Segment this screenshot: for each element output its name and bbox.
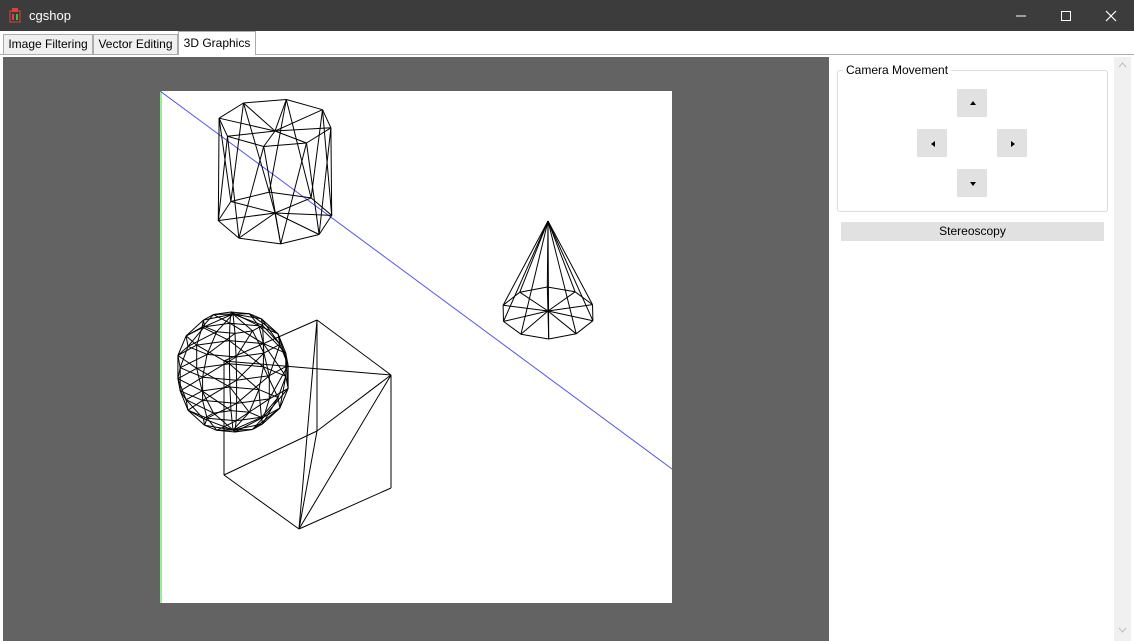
left-arrow-icon [931, 141, 935, 147]
cylinder-wireframe [217, 99, 333, 245]
scene-svg [160, 91, 672, 603]
stereoscopy-button[interactable]: Stereoscopy [841, 222, 1104, 241]
minimize-button[interactable] [998, 0, 1044, 31]
scroll-down-icon[interactable] [1118, 627, 1127, 633]
app-icon [9, 8, 21, 23]
render-canvas[interactable] [160, 91, 672, 603]
up-arrow-icon [970, 101, 976, 105]
camera-right-button[interactable] [997, 129, 1027, 157]
camera-movement-label: Camera Movement [843, 63, 952, 77]
maximize-icon [1061, 11, 1071, 21]
close-icon [1105, 10, 1117, 22]
close-button[interactable] [1088, 0, 1134, 31]
window-title: cgshop [29, 8, 71, 23]
down-arrow-icon [970, 182, 976, 186]
scroll-up-icon[interactable] [1118, 62, 1127, 68]
minimize-icon [1016, 15, 1026, 17]
camera-down-button[interactable] [957, 169, 987, 197]
maximize-button[interactable] [1043, 0, 1089, 31]
right-arrow-icon [1011, 141, 1015, 147]
tab-vector-editing[interactable]: Vector Editing [93, 34, 178, 55]
side-panel: Camera Movement Stereoscopy [829, 57, 1134, 641]
camera-left-button[interactable] [917, 129, 947, 157]
title-bar: cgshop [0, 0, 1134, 31]
sphere-wireframe [177, 311, 289, 433]
viewport [3, 57, 829, 641]
camera-up-button[interactable] [957, 89, 987, 117]
tab-image-filtering[interactable]: Image Filtering [3, 34, 93, 55]
camera-movement-group: Camera Movement [837, 63, 1108, 212]
tab-3d-graphics[interactable]: 3D Graphics [178, 31, 256, 55]
cone-wireframe [502, 220, 594, 340]
vertical-scrollbar[interactable] [1114, 57, 1131, 641]
tab-strip: Image Filtering Vector Editing 3D Graphi… [0, 31, 1134, 55]
